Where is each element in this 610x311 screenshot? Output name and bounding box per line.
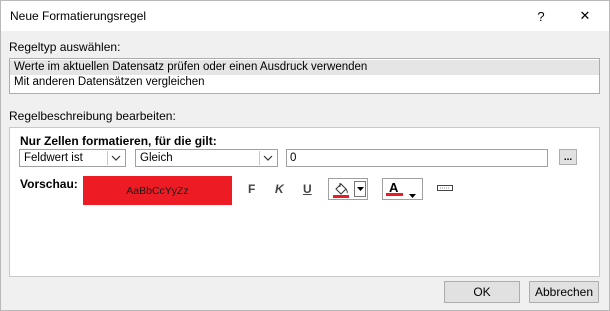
condition-heading: Nur Zellen formatieren, für die gilt: — [20, 134, 217, 148]
expression-builder-button[interactable]: ... — [559, 149, 577, 165]
dialog-content: Regeltyp auswählen: Werte im aktuellen D… — [1, 31, 609, 310]
rule-type-listbox[interactable]: Werte im aktuellen Datensatz prüfen oder… — [9, 58, 600, 94]
rule-description-label: Regelbeschreibung bearbeiten: — [9, 109, 176, 123]
triangle-down-icon — [356, 187, 364, 191]
fill-color-dropdown[interactable] — [354, 181, 366, 197]
font-color-swatch — [386, 193, 403, 196]
operator-combo[interactable]: Gleich — [135, 149, 278, 167]
close-button[interactable]: ✕ — [568, 4, 602, 28]
paint-bucket-icon — [332, 181, 350, 201]
dialog-title: Neue Formatierungsregel — [10, 9, 147, 23]
fill-color-button[interactable] — [328, 178, 368, 200]
rule-type-label: Regeltyp auswählen: — [9, 40, 120, 54]
cancel-button[interactable]: Abbrechen — [529, 281, 599, 303]
rule-type-item-expression[interactable]: Werte im aktuellen Datensatz prüfen oder… — [10, 60, 599, 75]
underline-button[interactable]: U — [303, 182, 312, 196]
triangle-down-icon — [409, 194, 416, 198]
new-formatting-rule-dialog: Neue Formatierungsregel ? ✕ Regeltyp aus… — [0, 0, 610, 311]
field-value-combo[interactable]: Feldwert ist — [19, 149, 126, 167]
ok-button[interactable]: OK — [444, 281, 520, 303]
font-color-dropdown[interactable] — [409, 187, 416, 201]
rule-type-label-text: Regeltyp auswählen: — [9, 40, 121, 54]
format-preview: AaBbCcYyZz — [83, 176, 232, 205]
italic-button[interactable]: K — [275, 182, 284, 196]
chevron-down-icon[interactable] — [107, 151, 124, 165]
chevron-down-icon[interactable] — [259, 151, 276, 165]
font-color-button[interactable]: A — [382, 178, 423, 200]
preview-sample-text: AaBbCcYyZz — [126, 184, 189, 197]
bold-button[interactable]: F — [248, 182, 255, 196]
title-bar: Neue Formatierungsregel ? ✕ — [1, 1, 609, 31]
rule-type-item-compare[interactable]: Mit anderen Datensätzen vergleichen — [10, 75, 599, 90]
value-input-text: 0 — [290, 152, 297, 164]
preview-label: Vorschau: — [20, 177, 78, 191]
field-value-combo-text: Feldwert ist — [24, 152, 83, 164]
value-input[interactable]: 0 — [286, 149, 548, 167]
operator-combo-text: Gleich — [140, 152, 173, 164]
rule-description-panel: Nur Zellen formatieren, für die gilt: Fe… — [9, 127, 600, 277]
help-button[interactable]: ? — [524, 4, 558, 28]
enable-format-icon[interactable] — [437, 182, 453, 196]
